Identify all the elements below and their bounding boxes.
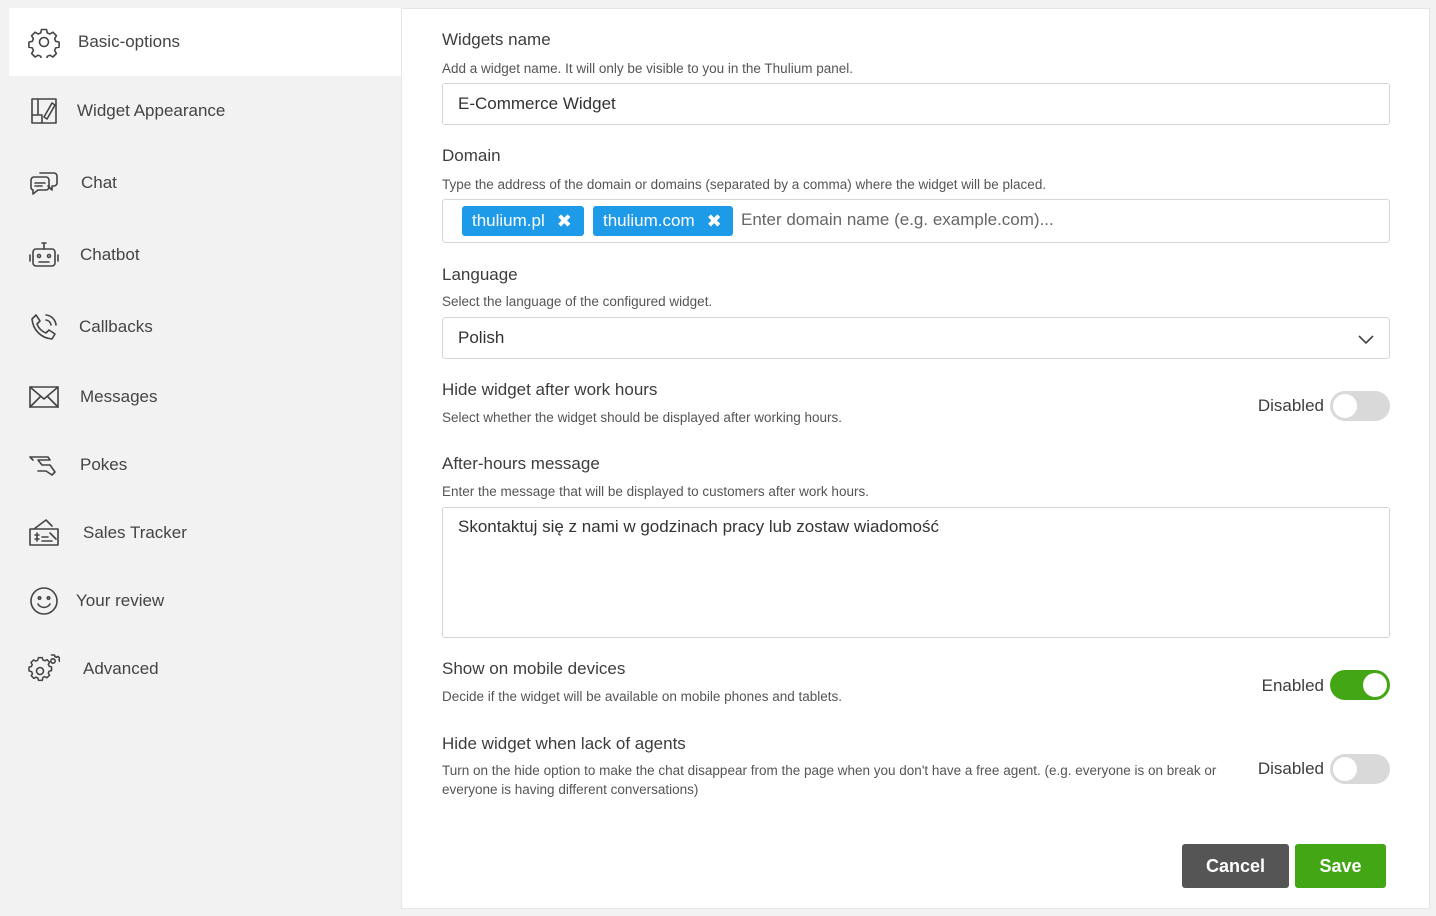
domain-placeholder[interactable]: Enter domain name (e.g. example.com)... — [741, 210, 1054, 230]
show-mobile-toggle[interactable] — [1330, 670, 1390, 700]
sidebar-item-messages[interactable]: Messages — [9, 363, 402, 431]
hide-after-hours-toggle[interactable] — [1330, 391, 1390, 421]
remove-tag-icon[interactable]: ✖ — [557, 211, 572, 232]
widget-name-value: E-Commerce Widget — [458, 94, 616, 113]
sidebar-item-advanced[interactable]: Advanced — [9, 635, 402, 703]
sidebar-item-basic-options[interactable]: Basic-options — [9, 8, 402, 76]
language-value: Polish — [458, 328, 505, 347]
sidebar-item-sales-tracker[interactable]: Sales Tracker — [9, 499, 402, 567]
smiley-icon — [27, 584, 61, 618]
toggle-knob — [1333, 757, 1357, 781]
sidebar-item-your-review[interactable]: Your review — [9, 567, 402, 635]
language-description: Select the language of the configured wi… — [442, 294, 713, 309]
widget-name-title: Widgets name — [442, 30, 551, 49]
sidebar-item-callbacks[interactable]: Callbacks — [9, 293, 402, 361]
hide-after-hours-description: Select whether the widget should be disp… — [442, 410, 842, 425]
domain-title: Domain — [442, 146, 501, 165]
language-title: Language — [442, 265, 518, 284]
sidebar-item-label: Pokes — [80, 455, 128, 474]
hide-no-agents-toggle[interactable] — [1330, 754, 1390, 784]
sidebar-item-label: Chat — [81, 173, 117, 192]
toggle-knob — [1363, 673, 1387, 697]
show-mobile-description: Decide if the widget will be available o… — [442, 689, 842, 704]
sidebar-item-label: Advanced — [83, 659, 159, 678]
hide-after-hours-state: Disabled — [1257, 396, 1324, 415]
sidebar-item-chat[interactable]: Chat — [9, 149, 402, 217]
domain-tag-label: thulium.com — [603, 211, 695, 230]
sidebar-item-label: Widget Appearance — [77, 101, 226, 120]
domain-tag: thulium.pl ✖ — [462, 206, 584, 236]
chevron-down-icon — [1357, 330, 1375, 348]
sidebar-item-label: Your review — [76, 591, 165, 610]
show-mobile-state: Enabled — [1261, 676, 1324, 695]
sidebar-item-chatbot[interactable]: Chatbot — [9, 221, 402, 289]
hide-no-agents-title: Hide widget when lack of agents — [442, 734, 686, 753]
domain-description: Type the address of the domain or domain… — [442, 177, 1047, 192]
sidebar-item-label: Messages — [80, 387, 158, 406]
domain-tag: thulium.com ✖ — [593, 206, 733, 236]
domain-tags-input[interactable]: thulium.pl ✖ thulium.com ✖ Enter domain … — [442, 199, 1390, 243]
after-hours-message-description: Enter the message that will be displayed… — [442, 484, 869, 499]
appearance-icon — [27, 94, 61, 128]
poke-hand-icon — [27, 448, 61, 482]
sidebar-item-label: Chatbot — [80, 245, 140, 264]
language-select[interactable]: Polish — [442, 317, 1390, 359]
remove-tag-icon[interactable]: ✖ — [707, 211, 722, 232]
sidebar-item-label: Callbacks — [79, 317, 153, 336]
domain-tag-label: thulium.pl — [472, 211, 545, 230]
sidebar: Basic-options Widget Appearance Chat Cha… — [0, 0, 402, 916]
phone-call-icon — [27, 310, 61, 344]
cancel-button[interactable]: Cancel — [1182, 844, 1289, 888]
chat-bubbles-icon — [27, 166, 61, 200]
robot-icon — [27, 238, 61, 272]
hide-no-agents-state: Disabled — [1257, 759, 1324, 778]
after-hours-message-title: After-hours message — [442, 454, 600, 473]
after-hours-message-value: Skontaktuj się z nami w godzinach pracy … — [458, 517, 939, 536]
widget-name-description: Add a widget name. It will only be visib… — [442, 61, 853, 76]
sidebar-item-widget-appearance[interactable]: Widget Appearance — [9, 77, 402, 145]
gear-icon — [27, 25, 61, 59]
gears-icon — [27, 652, 61, 686]
sales-tracker-icon — [27, 516, 61, 550]
show-mobile-title: Show on mobile devices — [442, 659, 626, 678]
after-hours-message-textarea[interactable]: Skontaktuj się z nami w godzinach pracy … — [442, 507, 1390, 638]
widget-name-input[interactable]: E-Commerce Widget — [442, 83, 1390, 125]
basic-options-panel: Widgets name Add a widget name. It will … — [401, 8, 1430, 909]
sidebar-item-label: Basic-options — [78, 32, 181, 51]
hide-after-hours-title: Hide widget after work hours — [442, 380, 658, 399]
toggle-knob — [1333, 394, 1357, 418]
hide-no-agents-description: Turn on the hide option to make the chat… — [442, 763, 1217, 797]
save-button[interactable]: Save — [1295, 844, 1386, 888]
sidebar-item-pokes[interactable]: Pokes — [9, 431, 402, 499]
sidebar-item-label: Sales Tracker — [83, 523, 187, 542]
envelope-icon — [27, 380, 61, 414]
